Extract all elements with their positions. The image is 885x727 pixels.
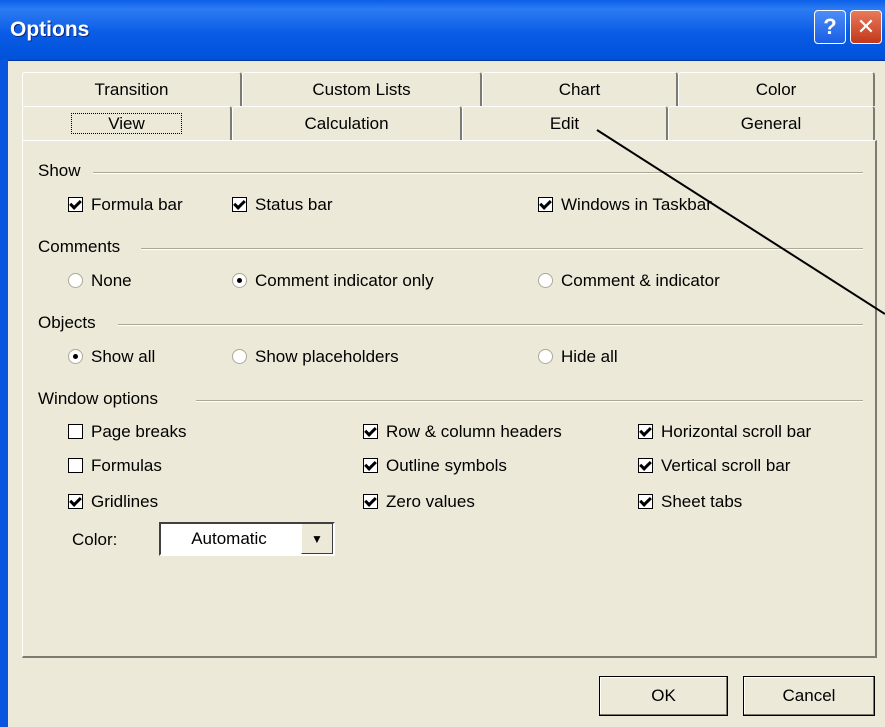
- annotation-arrow-line: [596, 129, 885, 315]
